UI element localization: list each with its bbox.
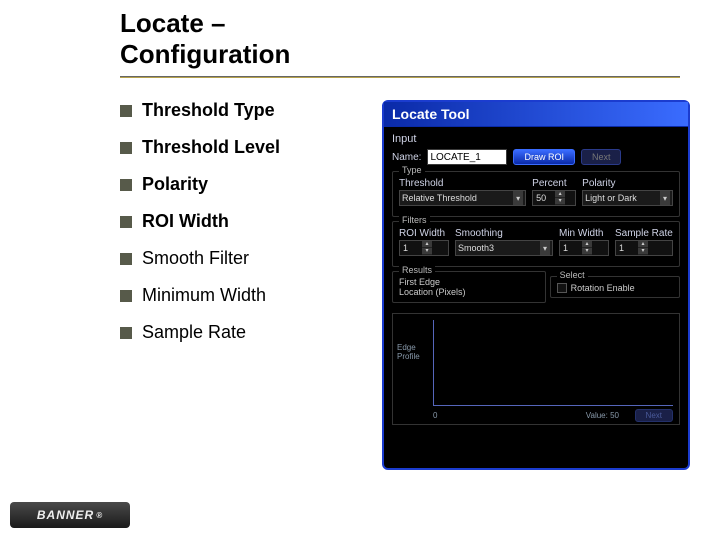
chevron-up-icon: ▴ [422, 241, 432, 248]
polarity-value: Light or Dark [585, 193, 637, 203]
bullet-icon [120, 105, 132, 117]
chevron-down-icon: ▾ [582, 248, 592, 255]
name-label: Name: [392, 152, 421, 163]
sample-rate-value: 1 [616, 243, 638, 253]
bullet-text: ROI Width [142, 211, 229, 232]
polarity-label: Polarity [582, 178, 673, 189]
next-button-bottom[interactable]: Next [635, 409, 673, 422]
threshold-value: Relative Threshold [402, 193, 477, 203]
chevron-up-icon: ▴ [555, 191, 565, 198]
chevron-down-icon: ▾ [422, 248, 432, 255]
type-group-title: Type [399, 165, 425, 175]
name-input[interactable] [427, 149, 507, 165]
title-underline [120, 76, 680, 78]
filters-group-title: Filters [399, 215, 430, 225]
panel-body: Input Name: Draw ROI Next Type Threshold… [384, 127, 688, 431]
banner-logo: BANNER ® [10, 502, 130, 528]
chevron-down-icon: ▾ [638, 248, 648, 255]
polarity-select[interactable]: Light or Dark ▾ [582, 190, 673, 206]
registered-icon: ® [96, 511, 103, 520]
roi-width-label: ROI Width [399, 228, 449, 239]
bullet-minimum-width: Minimum Width [120, 285, 280, 306]
percent-value: 50 [533, 193, 555, 203]
select-group: Select Rotation Enable [550, 276, 680, 298]
results-text-l1: First Edge [399, 277, 440, 287]
filters-group: Filters ROI Width 1 ▴▾ Smoothing Smooth3… [392, 221, 680, 267]
bullet-text: Threshold Level [142, 137, 280, 158]
results-group: Results First Edge Location (Pixels) [392, 271, 546, 303]
title-line-1: Locate – [120, 8, 226, 38]
bullet-icon [120, 253, 132, 265]
panel-title-bar: Locate Tool [384, 102, 688, 127]
bullet-threshold-type: Threshold Type [120, 100, 280, 121]
smoothing-label: Smoothing [455, 228, 553, 239]
chevron-up-icon: ▴ [638, 241, 648, 248]
threshold-label: Threshold [399, 178, 526, 189]
bullet-threshold-level: Threshold Level [120, 137, 280, 158]
sample-rate-label: Sample Rate [615, 228, 673, 239]
logo-text: BANNER [37, 508, 94, 522]
bullet-smooth-filter: Smooth Filter [120, 248, 280, 269]
draw-roi-button[interactable]: Draw ROI [513, 149, 575, 165]
panel-title: Locate Tool [392, 106, 470, 122]
bullet-roi-width: ROI Width [120, 211, 280, 232]
percent-stepper[interactable]: 50 ▴▾ [532, 190, 576, 206]
locate-tool-panel: Locate Tool Input Name: Draw ROI Next Ty… [382, 100, 690, 470]
bullet-text: Polarity [142, 174, 208, 195]
roi-width-value: 1 [400, 243, 422, 253]
slide-title: Locate – Configuration [120, 8, 290, 70]
chevron-up-icon: ▴ [582, 241, 592, 248]
threshold-select[interactable]: Relative Threshold ▾ [399, 190, 526, 206]
bullet-icon [120, 290, 132, 302]
edge-profile-graph: Edge Profile 0 Value: 50 Next [392, 313, 680, 425]
graph-ylabel: Edge Profile [397, 344, 420, 362]
bullet-text: Threshold Type [142, 100, 275, 121]
rotation-enable-row[interactable]: Rotation Enable [557, 283, 673, 293]
rotation-enable-label: Rotation Enable [571, 283, 635, 293]
type-group: Type Threshold Relative Threshold ▾ Perc… [392, 171, 680, 217]
min-width-label: Min Width [559, 228, 609, 239]
chevron-down-icon: ▾ [540, 241, 550, 255]
name-row: Name: Draw ROI Next [392, 149, 680, 165]
next-button-top[interactable]: Next [581, 149, 622, 165]
graph-xzero: 0 [433, 411, 437, 420]
chevron-down-icon: ▾ [660, 191, 670, 205]
checkbox-icon [557, 283, 567, 293]
bullet-icon [120, 179, 132, 191]
chevron-down-icon: ▾ [555, 198, 565, 205]
smoothing-value: Smooth3 [458, 243, 494, 253]
bullet-text: Sample Rate [142, 322, 246, 343]
bullet-list: Threshold Type Threshold Level Polarity … [120, 100, 280, 359]
bullet-text: Minimum Width [142, 285, 266, 306]
min-width-stepper[interactable]: 1 ▴▾ [559, 240, 609, 256]
graph-axes [433, 320, 673, 406]
bullet-icon [120, 142, 132, 154]
chevron-down-icon: ▾ [513, 191, 523, 205]
bullet-icon [120, 327, 132, 339]
roi-width-stepper[interactable]: 1 ▴▾ [399, 240, 449, 256]
title-line-2: Configuration [120, 39, 290, 69]
bullet-text: Smooth Filter [142, 248, 249, 269]
smoothing-select[interactable]: Smooth3 ▾ [455, 240, 553, 256]
percent-label: Percent [532, 178, 576, 189]
results-group-title: Results [399, 265, 435, 275]
select-group-title: Select [557, 270, 588, 280]
input-label: Input [392, 133, 680, 145]
min-width-value: 1 [560, 243, 582, 253]
bullet-sample-rate: Sample Rate [120, 322, 280, 343]
bullet-icon [120, 216, 132, 228]
sample-rate-stepper[interactable]: 1 ▴▾ [615, 240, 673, 256]
bullet-polarity: Polarity [120, 174, 280, 195]
graph-value: Value: 50 [586, 411, 619, 420]
results-text-l2: Location (Pixels) [399, 287, 466, 297]
